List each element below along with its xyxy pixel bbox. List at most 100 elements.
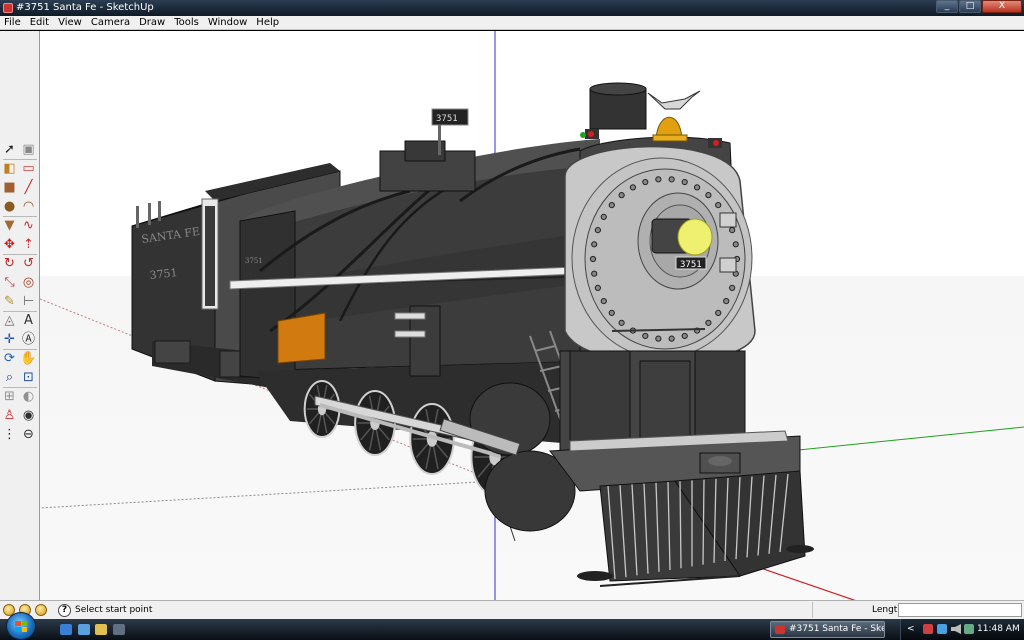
3d-text-icon[interactable]: Ⓐ	[20, 331, 37, 348]
menu-help[interactable]: Help	[252, 16, 284, 29]
axes-tool-icon[interactable]: ✛	[1, 331, 18, 348]
start-button[interactable]	[6, 612, 36, 640]
sketchup-app-icon	[3, 3, 13, 13]
tray-app-icon[interactable]	[923, 624, 933, 634]
walk-tool-icon[interactable]: ⋮	[1, 426, 18, 443]
sketchup-window: #3751 Santa Fe - SketchUp _ □ X File Edi…	[0, 0, 1024, 640]
model-canvas[interactable]: SANTA FE 3751 3751 3751 3751	[40, 31, 1024, 600]
previous-view-icon[interactable]: ◐	[20, 388, 37, 405]
rivet	[629, 184, 637, 191]
rivet	[642, 178, 649, 186]
line-tool-icon[interactable]: ╱	[20, 179, 37, 196]
rectangle-tool-icon[interactable]: ■	[1, 179, 18, 196]
push-pull-icon[interactable]: ⇡	[20, 236, 37, 253]
position-camera-icon[interactable]: ♙	[1, 407, 18, 424]
smokebox-front[interactable]: 3751	[564, 82, 756, 369]
tape-measure-icon[interactable]: ✎	[1, 293, 18, 310]
rivet	[729, 284, 736, 291]
eraser-icon[interactable]: ▭	[20, 160, 37, 177]
rivet	[668, 335, 675, 342]
rivet	[600, 298, 607, 305]
polygon-tool-icon[interactable]: ▼	[1, 217, 18, 234]
menu-window[interactable]: Window	[204, 16, 252, 29]
orbit-tool-icon[interactable]: ⟳	[1, 350, 18, 367]
orange-panel	[277, 312, 326, 364]
headlight-number-board: 3751	[680, 260, 702, 270]
section-plane-icon[interactable]: ⊖	[20, 426, 37, 443]
title-bar: #3751 Santa Fe - SketchUp _ □ X	[0, 0, 1024, 16]
rivet	[723, 298, 730, 305]
menu-tools[interactable]: Tools	[170, 16, 204, 29]
green-axis-negative	[40, 480, 496, 509]
rivet	[642, 332, 649, 340]
rivet	[693, 184, 701, 191]
clock[interactable]: 11:48 AM	[977, 624, 1020, 634]
freehand-tool-icon[interactable]: ∿	[20, 217, 37, 234]
close-button[interactable]: X	[982, 0, 1022, 13]
menu-draw[interactable]: Draw	[135, 16, 170, 29]
rivet	[715, 202, 722, 209]
help-icon[interactable]: ?	[58, 604, 71, 617]
scale-tool-icon[interactable]: ⤡	[1, 274, 18, 291]
marker-light-left	[588, 131, 594, 137]
tray-status-icon[interactable]	[964, 624, 974, 634]
window-controls: _ □ X	[935, 0, 1022, 14]
show-desktop-icon[interactable]	[60, 624, 72, 635]
quicklaunch-app-icon[interactable]	[113, 624, 125, 635]
protractor-icon[interactable]: ◬	[1, 312, 18, 329]
make-component-icon[interactable]: ▣	[20, 141, 37, 158]
rotate-tool-icon[interactable]: ↻	[1, 255, 18, 272]
user-icon[interactable]	[35, 604, 47, 616]
network-icon[interactable]	[937, 624, 947, 634]
explorer-icon[interactable]	[95, 624, 107, 635]
menu-camera[interactable]: Camera	[87, 16, 135, 29]
rivet	[589, 255, 597, 263]
tray-expand-icon[interactable]: <	[907, 624, 917, 634]
paint-bucket-icon[interactable]: ◧	[1, 160, 18, 177]
minimize-button[interactable]: _	[936, 0, 958, 13]
menu-bar: File Edit View Camera Draw Tools Window …	[0, 16, 1024, 30]
rivet	[608, 202, 615, 209]
top-number-board: 3751	[436, 114, 458, 124]
rivet	[681, 178, 688, 186]
rivet	[594, 227, 601, 234]
status-prompt: Select start point	[75, 605, 153, 615]
rivet	[608, 309, 615, 316]
rivet	[655, 176, 662, 183]
text-tool-icon[interactable]: A	[20, 312, 37, 329]
move-tool-icon[interactable]: ✥	[1, 236, 18, 253]
rivet	[668, 176, 675, 183]
toolbar-separator	[3, 387, 37, 388]
zoom-tool-icon[interactable]: ⌕	[1, 369, 18, 386]
maximize-button[interactable]: □	[959, 0, 981, 13]
toolbar-separator	[3, 254, 37, 255]
switch-windows-icon[interactable]	[78, 624, 90, 635]
menu-view[interactable]: View	[54, 16, 87, 29]
measurements-input[interactable]	[898, 603, 1022, 617]
taskbar-sketchup-button[interactable]: #3751 Santa Fe - Ske...	[770, 621, 885, 638]
dimension-tool-icon[interactable]: ⊢	[20, 293, 37, 310]
arc-tool-icon[interactable]: ◠	[20, 198, 37, 215]
rivet	[600, 213, 607, 220]
menu-file[interactable]: File	[0, 16, 26, 29]
status-divider	[812, 602, 813, 618]
rivet	[618, 192, 625, 199]
rivet	[594, 284, 601, 291]
follow-me-icon[interactable]: ↺	[20, 255, 37, 272]
large-tool-set-toolbar: ➚ ▣ ◧ ▭ ■ ╱ ● ◠ ▼ ∿ ✥ ⇡ ↻ ↺ ⤡ ◎ ✎ ⊢ ◬ A ✛ Ⓐ ⟳ ✋ ⌕ ⊡ ⊞ ◐ ♙ ◉ ⋮ ⊖	[0, 31, 40, 600]
pilot-cowcatcher[interactable]	[549, 350, 814, 587]
select-tool-icon[interactable]: ➚	[1, 141, 18, 158]
zoom-window-icon[interactable]: ⊡	[20, 369, 37, 386]
volume-icon[interactable]	[951, 624, 961, 634]
pan-tool-icon[interactable]: ✋	[20, 350, 37, 367]
circle-tool-icon[interactable]: ●	[1, 198, 18, 215]
look-around-icon[interactable]: ◉	[20, 407, 37, 424]
zoom-extents-icon[interactable]: ⊞	[1, 388, 18, 405]
marker-light-right	[713, 140, 719, 146]
menu-edit[interactable]: Edit	[26, 16, 54, 29]
offset-tool-icon[interactable]: ◎	[20, 274, 37, 291]
rivet	[732, 241, 739, 248]
system-tray: < 11:48 AM	[900, 619, 1024, 640]
drawing-area[interactable]: SANTA FE 3751 3751 3751 3751	[40, 31, 1024, 600]
windows-logo-icon	[15, 621, 27, 632]
